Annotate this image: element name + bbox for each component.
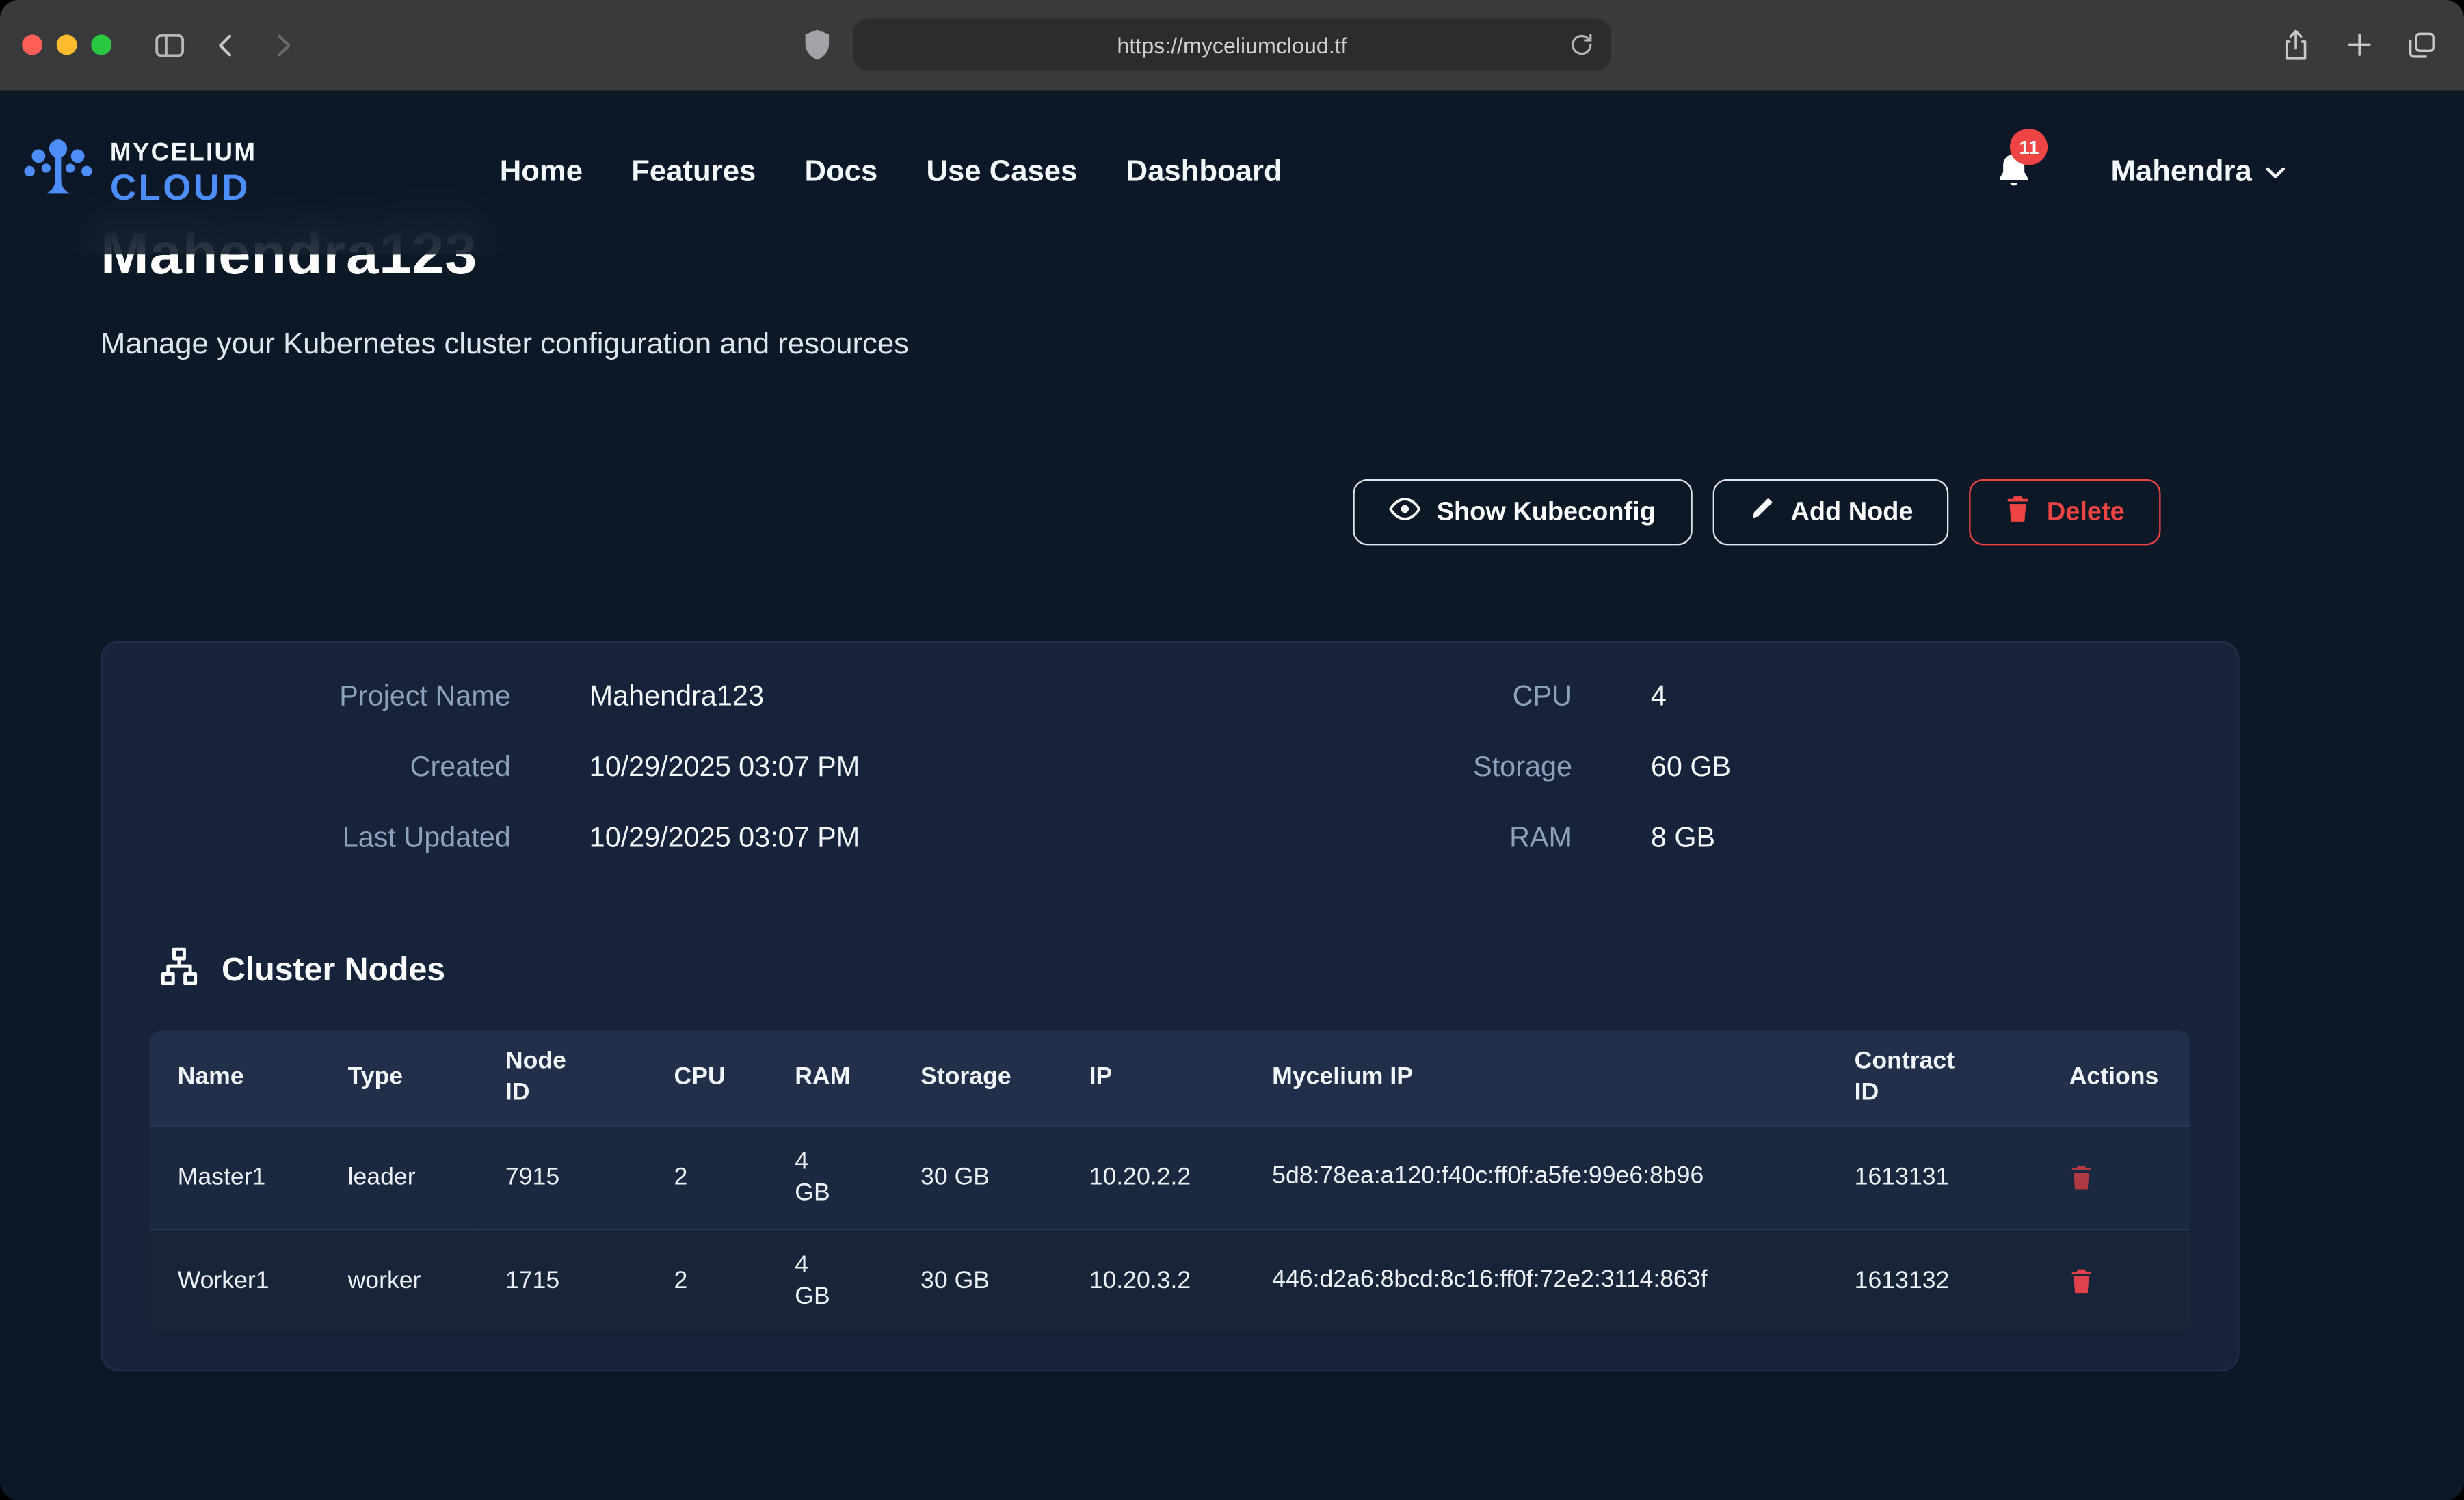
cell-name: Master1 xyxy=(149,1126,319,1230)
field-cpu: CPU 4 xyxy=(1170,680,2190,751)
field-storage: Storage 60 GB xyxy=(1170,751,2190,821)
site-navbar: MYCELIUM CLOUD Home Features Docs Use Ca… xyxy=(0,91,2464,254)
screen: https://myceliumcloud.tf Mahendra123 Man… xyxy=(0,0,2464,1500)
cell-mycelium-ip: 446:d2a6:8bcd:8c16:ff0f:72e2:3114:863f xyxy=(1244,1230,1826,1333)
browser-toolbar: https://myceliumcloud.tf xyxy=(0,0,2464,91)
add-node-button[interactable]: Add Node xyxy=(1712,479,1950,546)
address-bar[interactable]: https://myceliumcloud.tf xyxy=(853,19,1611,71)
sidebar-toggle-icon[interactable] xyxy=(149,25,190,66)
notifications-button[interactable]: 11 xyxy=(1995,151,2036,195)
pencil-icon xyxy=(1748,495,1775,530)
tab-overview-icon[interactable] xyxy=(2401,25,2442,66)
cell-name: Worker1 xyxy=(149,1230,319,1333)
chevron-down-icon xyxy=(2264,155,2286,190)
privacy-shield-icon[interactable] xyxy=(802,28,833,63)
cell-ip: 10.20.2.2 xyxy=(1061,1126,1244,1230)
cell-node-id: 1715 xyxy=(477,1230,646,1333)
cell-cpu: 2 xyxy=(646,1230,767,1333)
brand-icon xyxy=(19,133,98,213)
delete-node-button[interactable] xyxy=(2069,1164,2093,1191)
user-name: Mahendra xyxy=(2111,155,2252,190)
cluster-details-card: Project Name Mahendra123 Created 10/29/2… xyxy=(101,641,2239,1372)
delete-cluster-button[interactable]: Delete xyxy=(1970,479,2160,546)
brand-logo[interactable]: MYCELIUM CLOUD xyxy=(19,133,311,213)
nav-item-docs[interactable]: Docs xyxy=(804,155,877,190)
nav-item-use-cases[interactable]: Use Cases xyxy=(926,155,1077,190)
refresh-icon[interactable] xyxy=(1568,31,1595,58)
user-menu[interactable]: Mahendra xyxy=(2111,155,2287,190)
bell-icon xyxy=(1995,173,2034,200)
cell-node-id: 7915 xyxy=(477,1126,646,1230)
zoom-window-button[interactable] xyxy=(91,35,111,55)
delete-node-button[interactable] xyxy=(2069,1268,2093,1295)
cluster-actions-toolbar: Show Kubeconfig Add Node Delete xyxy=(101,479,2160,546)
close-window-button[interactable] xyxy=(22,35,42,55)
back-button[interactable] xyxy=(206,25,247,66)
nav-item-dashboard[interactable]: Dashboard xyxy=(1126,155,1282,190)
share-icon[interactable] xyxy=(2275,25,2316,66)
nav-links: Home Features Docs Use Cases Dashboard xyxy=(500,155,1282,190)
cell-contract-id: 1613131 xyxy=(1826,1126,2041,1230)
url-text: https://myceliumcloud.tf xyxy=(1117,32,1347,57)
table-header-row: Name Type Node ID CPU RAM Storage IP Myc… xyxy=(149,1030,2190,1126)
field-ram: RAM 8 GB xyxy=(1170,822,2190,892)
cell-contract-id: 1613132 xyxy=(1826,1230,2041,1333)
cluster-nodes-heading: Cluster Nodes xyxy=(159,946,2190,996)
cell-storage: 30 GB xyxy=(892,1126,1061,1230)
cell-storage: 30 GB xyxy=(892,1230,1061,1333)
table-row: Master1 leader 7915 2 4 GB 30 GB 10.20.2… xyxy=(149,1126,2190,1230)
cell-type: leader xyxy=(319,1126,477,1230)
new-tab-icon[interactable] xyxy=(2338,25,2379,66)
cell-actions xyxy=(2041,1230,2190,1333)
show-kubeconfig-button[interactable]: Show Kubeconfig xyxy=(1353,479,1692,546)
trash-icon xyxy=(2006,494,2031,531)
network-nodes-icon xyxy=(159,946,200,996)
field-last-updated: Last Updated 10/29/2025 03:07 PM xyxy=(149,822,1169,892)
field-project-name: Project Name Mahendra123 xyxy=(149,680,1169,751)
cell-cpu: 2 xyxy=(646,1126,767,1230)
cell-ram: 4 GB xyxy=(767,1230,892,1333)
nav-item-features[interactable]: Features xyxy=(631,155,756,190)
cell-mycelium-ip: 5d8:78ea:a120:f40c:ff0f:a5fe:99e6:8b96 xyxy=(1244,1126,1826,1230)
traffic-lights xyxy=(22,35,111,55)
minimize-window-button[interactable] xyxy=(57,35,77,55)
notification-badge: 11 xyxy=(2010,129,2048,165)
cell-ram: 4 GB xyxy=(767,1126,892,1230)
browser-window: https://myceliumcloud.tf Mahendra123 Man… xyxy=(0,0,2464,1500)
cluster-nodes-table: Name Type Node ID CPU RAM Storage IP Myc… xyxy=(149,1030,2190,1332)
forward-button[interactable] xyxy=(263,25,304,66)
page-subtitle: Manage your Kubernetes cluster configura… xyxy=(101,328,2363,363)
table-row: Worker1 worker 1715 2 4 GB 30 GB 10.20.3… xyxy=(149,1230,2190,1333)
cell-type: worker xyxy=(319,1230,477,1333)
field-created: Created 10/29/2025 03:07 PM xyxy=(149,751,1169,821)
cell-ip: 10.20.3.2 xyxy=(1061,1230,1244,1333)
nav-item-home[interactable]: Home xyxy=(500,155,583,190)
webpage: Mahendra123 Manage your Kubernetes clust… xyxy=(0,91,2464,1500)
cell-actions xyxy=(2041,1126,2190,1230)
eye-icon xyxy=(1390,496,1421,528)
